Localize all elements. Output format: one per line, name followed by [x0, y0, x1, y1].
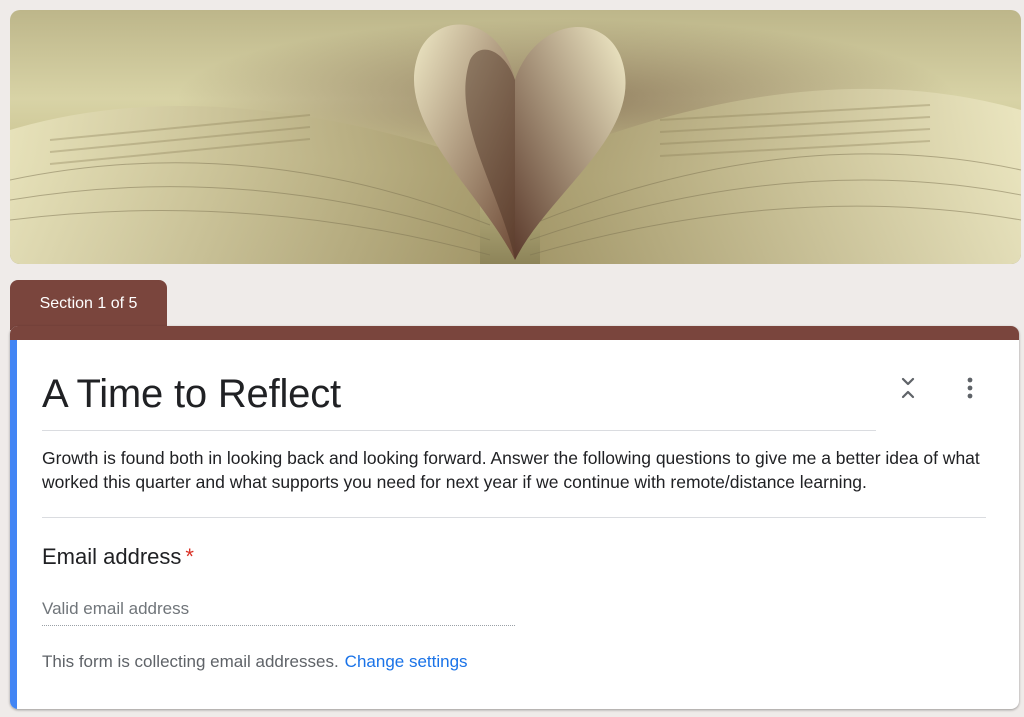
form-title[interactable]: A Time to Reflect	[42, 372, 341, 417]
description-underline	[42, 517, 986, 518]
email-input[interactable]	[42, 592, 515, 626]
theme-color-bar	[10, 326, 1019, 340]
collapse-section-button[interactable]	[896, 374, 920, 402]
focus-indicator-bar	[10, 340, 17, 709]
title-underline	[42, 430, 876, 431]
form-header-card: A Time to Reflect Growth is found both i…	[10, 326, 1019, 709]
collapse-icon	[901, 377, 915, 399]
more-vert-icon	[967, 377, 973, 399]
email-collection-note: This form is collecting email addresses.…	[42, 652, 468, 672]
more-options-button[interactable]	[958, 374, 982, 402]
header-banner-image	[10, 10, 1021, 264]
question-label: Email address	[42, 544, 182, 569]
required-asterisk: *	[185, 544, 194, 569]
collection-note-text: This form is collecting email addresses.	[42, 652, 339, 671]
section-tab: Section 1 of 5	[10, 280, 167, 330]
form-description[interactable]: Growth is found both in looking back and…	[42, 447, 982, 494]
change-settings-link[interactable]: Change settings	[345, 652, 468, 671]
email-question-title: Email address *	[42, 544, 194, 570]
book-heart-illustration	[10, 24, 1021, 264]
